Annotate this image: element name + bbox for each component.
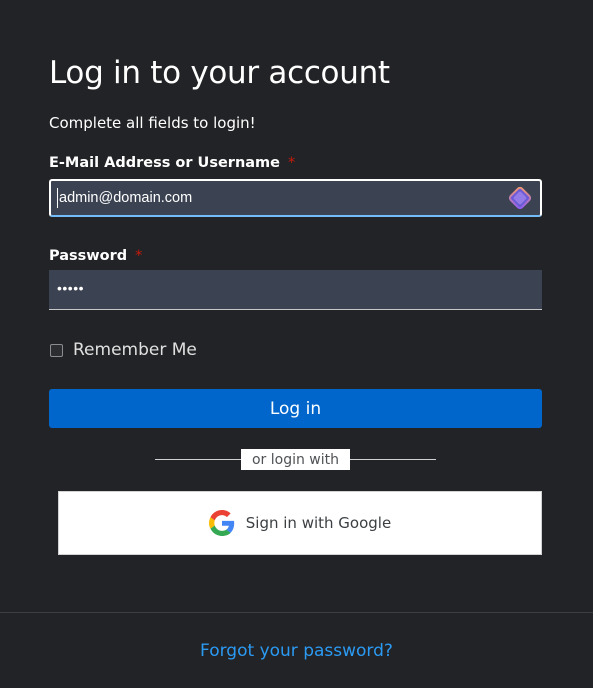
divider-line-left [155, 459, 241, 460]
login-button[interactable]: Log in [49, 389, 542, 428]
email-field[interactable]: admin@domain.com [49, 179, 542, 217]
password-required-mark: * [135, 248, 143, 264]
password-manager-icon[interactable] [507, 185, 533, 211]
remember-me-label[interactable]: Remember Me [73, 340, 197, 360]
text-caret [57, 188, 58, 208]
remember-me: Remember Me [50, 340, 197, 360]
password-label: Password * [49, 248, 142, 264]
password-field[interactable]: ••••• [49, 270, 542, 310]
page-title: Log in to your account [49, 55, 390, 91]
email-label: E-Mail Address or Username * [49, 155, 295, 171]
password-label-text: Password [49, 248, 128, 264]
divider-text: or login with [241, 449, 350, 470]
password-field-value: ••••• [57, 280, 85, 296]
email-required-mark: * [288, 155, 296, 171]
divider-line-right [350, 459, 436, 460]
footer-divider [0, 612, 593, 613]
email-label-text: E-Mail Address or Username [49, 155, 281, 171]
forgot-password-link[interactable]: Forgot your password? [0, 641, 593, 661]
remember-me-checkbox[interactable] [50, 343, 63, 357]
google-icon [208, 510, 234, 536]
google-signin-label: Sign in with Google [245, 514, 392, 532]
email-field-value: admin@domain.com [59, 190, 193, 206]
google-signin-button[interactable]: Sign in with Google [58, 491, 542, 555]
page-subtitle: Complete all fields to login! [49, 114, 256, 132]
login-page: Log in to your account Complete all fiel… [0, 0, 593, 688]
